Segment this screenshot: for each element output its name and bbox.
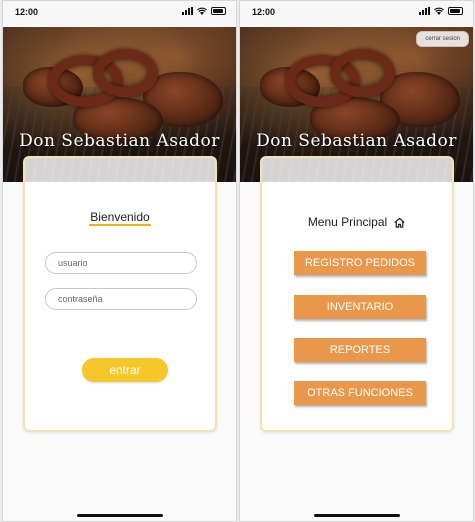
status-bar: 12:00 [3, 1, 236, 25]
status-bar: 12:00 [240, 1, 473, 25]
otras-funciones-button[interactable]: OTRAS FUNCIONES [294, 381, 426, 405]
home-indicator [77, 514, 163, 517]
menu-heading: Menu Principal [262, 215, 452, 229]
home-indicator [314, 514, 400, 517]
welcome-heading: Bienvenido [89, 210, 151, 226]
status-icons [182, 7, 226, 15]
registro-pedidos-button[interactable]: REGISTRO PEDIDOS [294, 251, 426, 275]
menu-screen: 12:00 Don Sebastian Asador cerrar sesion… [239, 0, 474, 522]
brand-title: Don Sebastian Asador [256, 131, 457, 151]
status-time: 12:00 [252, 7, 276, 17]
enter-button[interactable]: entrar [82, 358, 168, 382]
battery-icon [211, 7, 226, 15]
inventario-button[interactable]: INVENTARIO [294, 295, 426, 319]
status-time: 12:00 [15, 7, 39, 17]
sausage-image [93, 49, 158, 97]
password-input[interactable] [45, 288, 197, 310]
login-screen: 12:00 Don Sebastian Asador Bienvenido en… [2, 0, 237, 522]
sausage-image [330, 49, 395, 97]
signal-icon [182, 7, 193, 15]
battery-icon [448, 7, 463, 15]
home-icon[interactable] [393, 216, 406, 229]
username-input[interactable] [45, 252, 197, 274]
login-card: Bienvenido entrar [23, 156, 217, 432]
logout-button[interactable]: cerrar sesion [416, 31, 469, 47]
signal-icon [419, 7, 430, 15]
wifi-icon [197, 7, 207, 15]
reportes-button[interactable]: REPORTES [294, 338, 426, 362]
status-icons [419, 7, 463, 15]
wifi-icon [434, 7, 444, 15]
menu-heading-text: Menu Principal [307, 215, 388, 229]
brand-title: Don Sebastian Asador [19, 131, 220, 151]
menu-card: Menu Principal REGISTRO PEDIDOS INVENTAR… [260, 156, 454, 432]
